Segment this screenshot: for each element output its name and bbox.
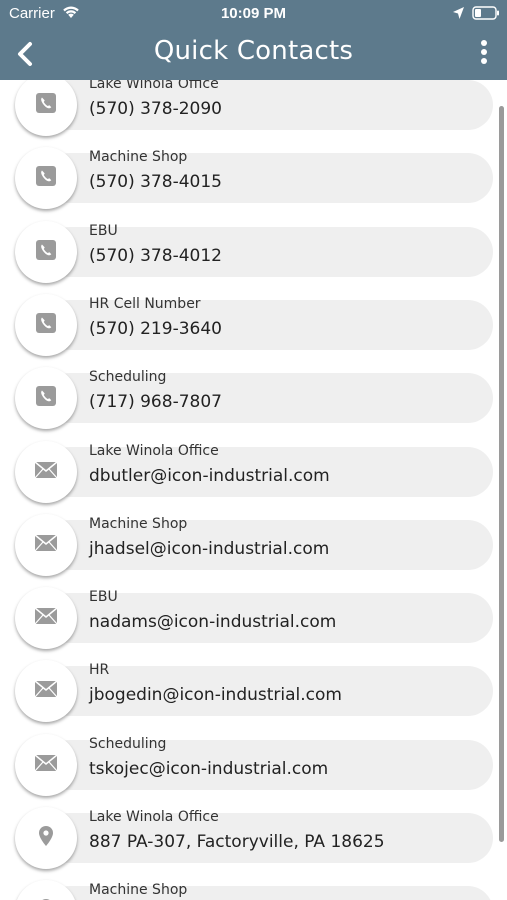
list-item[interactable]: Scheduling (717) 968-7807 bbox=[15, 367, 493, 430]
more-options-button[interactable] bbox=[474, 40, 494, 68]
status-time: 10:09 PM bbox=[220, 5, 287, 22]
list-item[interactable]: EBU (570) 378-4012 bbox=[15, 220, 493, 283]
contact-value: tskojec@icon-industrial.com bbox=[89, 758, 329, 779]
list-item[interactable]: HR Cell Number (570) 219-3640 bbox=[15, 293, 493, 356]
location-icon bbox=[452, 6, 465, 25]
phone-icon bbox=[36, 312, 56, 337]
list-item[interactable]: Machine Shop bbox=[15, 880, 493, 900]
item-icon-button[interactable] bbox=[15, 293, 77, 356]
phone-icon bbox=[36, 386, 56, 410]
item-icon-button[interactable] bbox=[15, 587, 77, 650]
mail-icon bbox=[34, 534, 58, 556]
item-icon-button[interactable] bbox=[15, 660, 77, 723]
contact-label: Lake Winola Office bbox=[89, 80, 219, 92]
list-item[interactable]: Lake Winola Office dbutler@icon-industria… bbox=[15, 440, 493, 503]
list-item[interactable]: Machine Shop (570) 378-4015 bbox=[15, 147, 493, 210]
item-icon-button[interactable] bbox=[15, 880, 77, 900]
item-icon-button[interactable] bbox=[15, 367, 77, 430]
contact-label: EBU bbox=[89, 222, 118, 239]
list-item[interactable]: Lake Winola Office (570) 378-2090 bbox=[15, 80, 493, 136]
contact-label: Scheduling bbox=[89, 735, 167, 752]
battery-icon bbox=[472, 6, 500, 25]
list-item[interactable]: Scheduling tskojec@icon-industrial.com bbox=[15, 733, 493, 796]
item-icon-button[interactable] bbox=[15, 220, 77, 283]
contact-label: Machine Shop bbox=[89, 882, 188, 899]
contact-value: jbogedin@icon-industrial.com bbox=[89, 685, 342, 706]
item-icon-button[interactable] bbox=[15, 733, 77, 796]
item-icon-button[interactable] bbox=[15, 513, 77, 576]
contact-label: HR bbox=[89, 662, 110, 679]
contact-label: Machine Shop bbox=[89, 515, 188, 532]
contact-label: Machine Shop bbox=[89, 149, 188, 166]
contact-label: HR Cell Number bbox=[89, 295, 201, 312]
item-icon-button[interactable] bbox=[15, 807, 77, 869]
navigation-bar: Quick Contacts bbox=[0, 28, 507, 80]
contact-value: (717) 968-7807 bbox=[89, 392, 222, 413]
contact-value: (570) 219-3640 bbox=[89, 318, 222, 339]
contact-value: nadams@icon-industrial.com bbox=[89, 612, 337, 633]
contact-value: jhadsel@icon-industrial.com bbox=[89, 538, 330, 559]
phone-icon bbox=[36, 166, 56, 190]
contact-value: (570) 378-4012 bbox=[89, 245, 222, 266]
contact-label: Lake Winola Office bbox=[89, 442, 219, 459]
list-item[interactable]: Lake Winola Office 887 PA-307, Factoryvil… bbox=[15, 807, 493, 869]
list-item[interactable]: EBU nadams@icon-industrial.com bbox=[15, 587, 493, 650]
contact-label: Scheduling bbox=[89, 369, 167, 386]
contact-list[interactable]: Lake Winola Office (570) 378-2090 Machine … bbox=[0, 80, 507, 900]
item-icon-button[interactable] bbox=[15, 440, 77, 503]
page-title: Quick Contacts bbox=[153, 36, 354, 66]
phone-icon bbox=[36, 239, 56, 264]
mail-icon bbox=[34, 754, 58, 776]
location-pin-icon bbox=[38, 825, 54, 851]
item-icon-button[interactable] bbox=[15, 147, 77, 210]
contact-value: (570) 378-2090 bbox=[89, 99, 222, 119]
mail-icon bbox=[34, 460, 58, 483]
scrollbar[interactable] bbox=[499, 106, 504, 842]
contact-value: 887 PA-307, Factoryville, PA 18625 bbox=[89, 832, 385, 852]
more-vertical-icon bbox=[474, 40, 494, 64]
contact-value: dbutler@icon-industrial.com bbox=[89, 465, 330, 486]
contact-label: EBU bbox=[89, 589, 118, 606]
contact-value: (570) 378-4015 bbox=[89, 172, 222, 193]
list-item[interactable]: Machine Shop jhadsel@icon-industrial.com bbox=[15, 513, 493, 576]
contact-label: Lake Winola Office bbox=[89, 809, 219, 825]
status-bar: Carrier 10:09 PM bbox=[0, 0, 507, 28]
mail-icon bbox=[34, 680, 58, 702]
list-item[interactable]: HR jbogedin@icon-industrial.com bbox=[15, 660, 493, 723]
phone-icon bbox=[36, 93, 56, 117]
mail-icon bbox=[34, 607, 58, 629]
